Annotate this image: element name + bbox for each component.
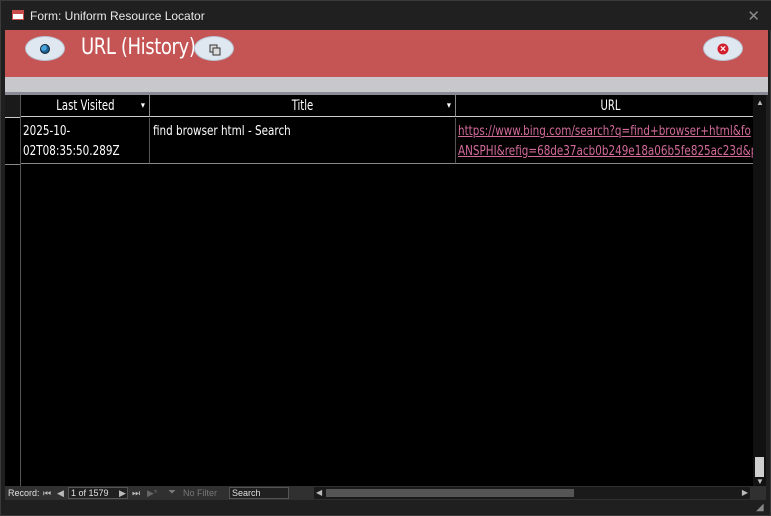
globe-button[interactable] [25,36,65,61]
dropdown-arrow-icon[interactable]: ▾ [447,95,451,117]
form-icon [12,10,24,20]
url-link[interactable]: https://www.bing.com/search?q=find+brows… [458,122,751,142]
globe-icon [40,43,50,54]
close-circle-icon: ✕ [717,43,729,54]
record-selector[interactable] [5,118,20,165]
url-link[interactable]: ANSPHI&refig=68de37acb0b249e18a06b5fe825… [458,142,756,162]
horizontal-scrollbar[interactable]: ◀ ▶ [314,487,750,499]
column-header-label: Last Visited [55,98,115,114]
column-header-label: URL [600,98,621,114]
cell-text: 02T08:35:50.289Z [23,144,120,159]
datasheet-grid: Last Visited ▾ Title ▾ URL 2025-10- 02T0… [5,95,766,486]
cell-url[interactable]: https://www.bing.com/search?q=find+brows… [456,118,756,164]
resize-grip-icon[interactable]: ◢ [756,502,768,514]
title-bar: Form: Uniform Resource Locator ✕ [1,1,771,30]
scroll-left-icon[interactable]: ◀ [316,488,322,497]
first-record-icon[interactable]: ⏮ [43,488,51,499]
horizontal-scroll-thumb[interactable] [326,489,574,497]
scroll-up-icon[interactable]: ▲ [756,98,764,107]
form-header: URL (History) ✕ [5,30,768,77]
search-input[interactable]: Search [229,487,289,499]
vertical-scroll-thumb[interactable] [755,457,764,477]
copy-button[interactable] [194,36,234,61]
column-header-title[interactable]: Title ▾ [150,95,456,117]
next-record-icon[interactable]: ▶ [119,488,126,499]
close-form-button[interactable]: ✕ [703,36,743,61]
copy-icon [209,44,221,55]
select-all-button[interactable] [5,95,20,118]
sort-filter-icon[interactable]: ▾ [141,95,145,117]
record-label: Record: [8,488,40,498]
form-window: Form: Uniform Resource Locator ✕ URL (Hi… [0,0,771,516]
scroll-right-icon[interactable]: ▶ [742,488,748,497]
record-navigator: Record: ⏮ ◀ 1 of 1579 ▶ ⏭ ▶* ⏷ No Filter… [5,486,766,500]
previous-record-icon[interactable]: ◀ [57,488,64,499]
window-close-button[interactable]: ✕ [747,7,760,25]
window-title: Form: Uniform Resource Locator [30,9,205,23]
last-record-icon[interactable]: ⏭ [132,488,140,499]
cell-title[interactable]: find browser html - Search [150,118,456,164]
vertical-scrollbar[interactable]: ▲ ▼ [753,95,766,486]
filter-icon: ⏷ [168,487,176,498]
column-header-label: Title [291,98,314,114]
scroll-down-icon[interactable]: ▼ [756,477,764,486]
header-divider [5,77,768,92]
column-header-url[interactable]: URL [456,95,766,117]
new-record-icon[interactable]: ▶* [147,488,157,499]
record-selector-column [5,95,21,486]
cell-text: 2025-10- [23,124,71,139]
cell-last-visited[interactable]: 2025-10- 02T08:35:50.289Z [21,118,150,164]
no-filter-button[interactable]: No Filter [183,488,217,498]
page-title: URL (History) [81,35,196,60]
column-header-last-visited[interactable]: Last Visited ▾ [21,95,150,117]
cell-text: find browser html - Search [153,124,291,139]
